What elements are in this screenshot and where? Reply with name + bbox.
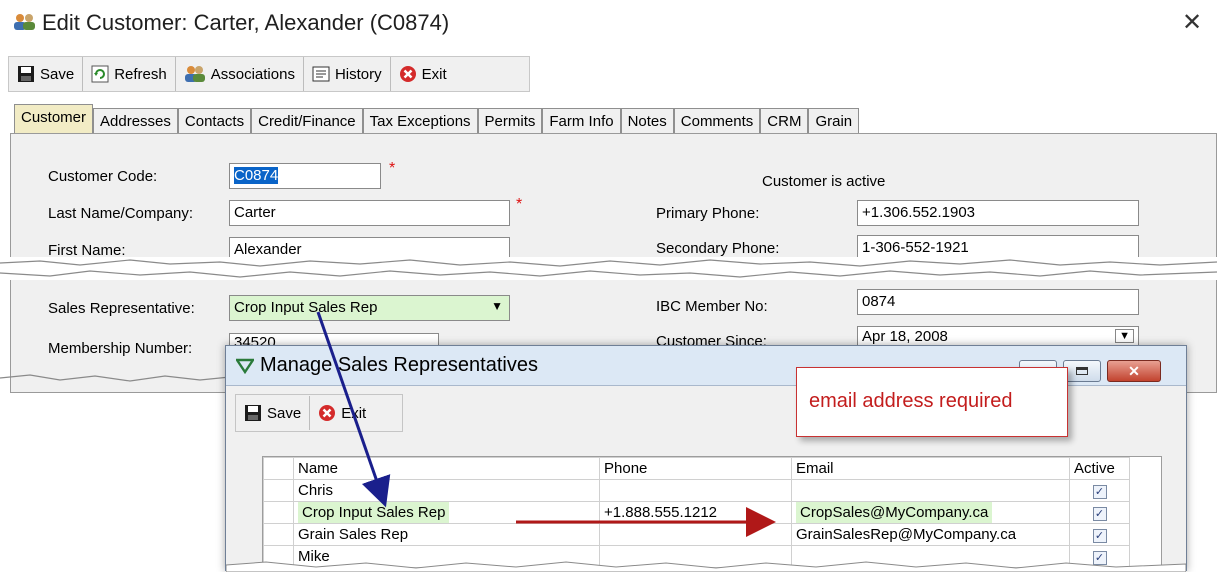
annotation-arrows <box>316 311 776 537</box>
blue-arrow <box>316 311 391 508</box>
